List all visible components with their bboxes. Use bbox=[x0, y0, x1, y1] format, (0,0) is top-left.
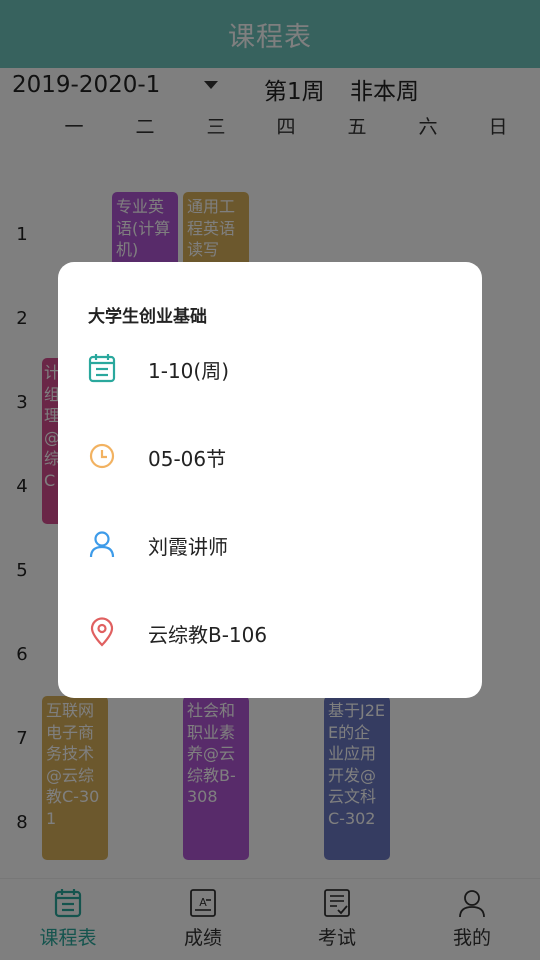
person-icon bbox=[89, 531, 115, 558]
info-row-sections: 05-06节 bbox=[86, 436, 466, 476]
course-detail-dialog: 大学生创业基础 1-10(周) 05-06节 刘霞讲师 云综教B-106 bbox=[58, 262, 482, 698]
location-pin-icon bbox=[90, 617, 114, 647]
location-value: 云综教B-106 bbox=[148, 623, 268, 647]
sections-value: 05-06节 bbox=[148, 447, 227, 471]
info-row-weeks: 1-10(周) bbox=[86, 348, 466, 388]
weeks-value: 1-10(周) bbox=[148, 359, 229, 383]
info-row-teacher: 刘霞讲师 bbox=[86, 524, 466, 564]
clock-icon bbox=[89, 443, 115, 469]
calendar-icon bbox=[88, 354, 116, 383]
teacher-value: 刘霞讲师 bbox=[148, 535, 228, 559]
course-name: 大学生创业基础 bbox=[88, 307, 207, 327]
info-row-location: 云综教B-106 bbox=[86, 612, 466, 652]
